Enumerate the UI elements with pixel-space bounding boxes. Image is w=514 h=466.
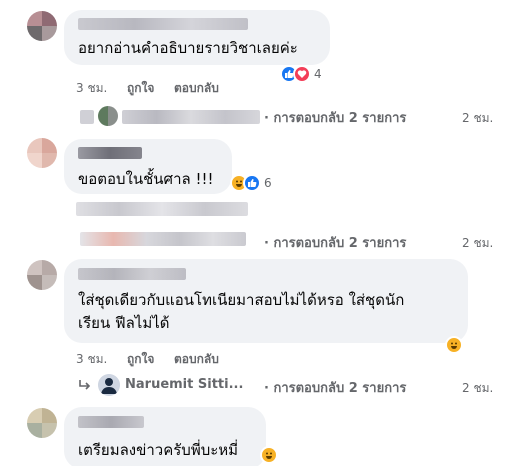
reply-avatar[interactable] xyxy=(98,106,118,126)
comment-text: เตรียมลงข่าวครับพี่บะหมี่ xyxy=(78,441,239,459)
commenter-avatar[interactable] xyxy=(27,138,57,168)
reply-arrow-icon xyxy=(79,380,91,390)
reaction-count: 6 xyxy=(264,176,272,190)
reply-preview-blurred[interactable] xyxy=(80,232,246,246)
comment-text-line-2: เรียน ฟีลไม่ได้ xyxy=(78,314,170,332)
comment-text-line-1: ใส่ชุดเดียวกับแอนโทเนียมาสอบไม่ได้หรอ ใส… xyxy=(78,291,405,309)
commenter-avatar[interactable] xyxy=(27,11,57,41)
comment-meta-blurred[interactable] xyxy=(76,202,248,216)
haha-icon xyxy=(445,336,463,354)
comment-time[interactable]: 3 ชม. xyxy=(76,79,107,98)
like-button[interactable]: ถูกใจ xyxy=(127,79,154,98)
view-replies-link[interactable]: · การตอบกลับ 2 รายการ xyxy=(264,107,406,128)
reply-button[interactable]: ตอบกลับ xyxy=(174,350,219,369)
replies-time: 2 ชม. xyxy=(462,236,494,250)
comment-text: ขอตอบในชั้นศาล !!! xyxy=(78,170,214,188)
reaction-count: 4 xyxy=(314,67,322,81)
reaction-summary[interactable] xyxy=(445,335,463,355)
commenter-avatar[interactable] xyxy=(27,260,57,290)
reply-preview-blurred[interactable] xyxy=(122,110,260,124)
comment-time[interactable]: 3 ชม. xyxy=(76,350,107,369)
commenter-name-blurred[interactable] xyxy=(78,147,142,159)
heart-icon xyxy=(293,65,311,83)
reply-author-avatar[interactable] xyxy=(98,374,120,396)
view-replies-link[interactable]: · การตอบกลับ 2 รายการ xyxy=(264,232,406,253)
commenter-name-blurred[interactable] xyxy=(78,18,248,30)
reply-author-name[interactable]: Naruemit Sitti... xyxy=(125,377,243,392)
reaction-summary[interactable]: 4 xyxy=(280,64,322,84)
like-icon xyxy=(243,174,261,192)
commenter-name-blurred[interactable] xyxy=(78,268,186,280)
reply-button[interactable]: ตอบกลับ xyxy=(174,79,219,98)
replies-time: 2 ชม. xyxy=(462,381,494,395)
reaction-summary[interactable]: 6 xyxy=(230,173,272,193)
haha-icon xyxy=(260,446,278,464)
comment-text: อยากอ่านคำอธิบายรายวิชาเลยค่ะ xyxy=(78,39,298,57)
commenter-avatar[interactable] xyxy=(27,408,57,438)
reply-preview-blurred[interactable] xyxy=(80,110,94,124)
commenter-name-blurred[interactable] xyxy=(78,416,144,428)
view-replies-link[interactable]: · การตอบกลับ 2 รายการ xyxy=(264,377,406,398)
replies-time: 2 ชม. xyxy=(462,111,494,125)
reaction-summary[interactable] xyxy=(260,445,278,465)
like-button[interactable]: ถูกใจ xyxy=(127,350,154,369)
